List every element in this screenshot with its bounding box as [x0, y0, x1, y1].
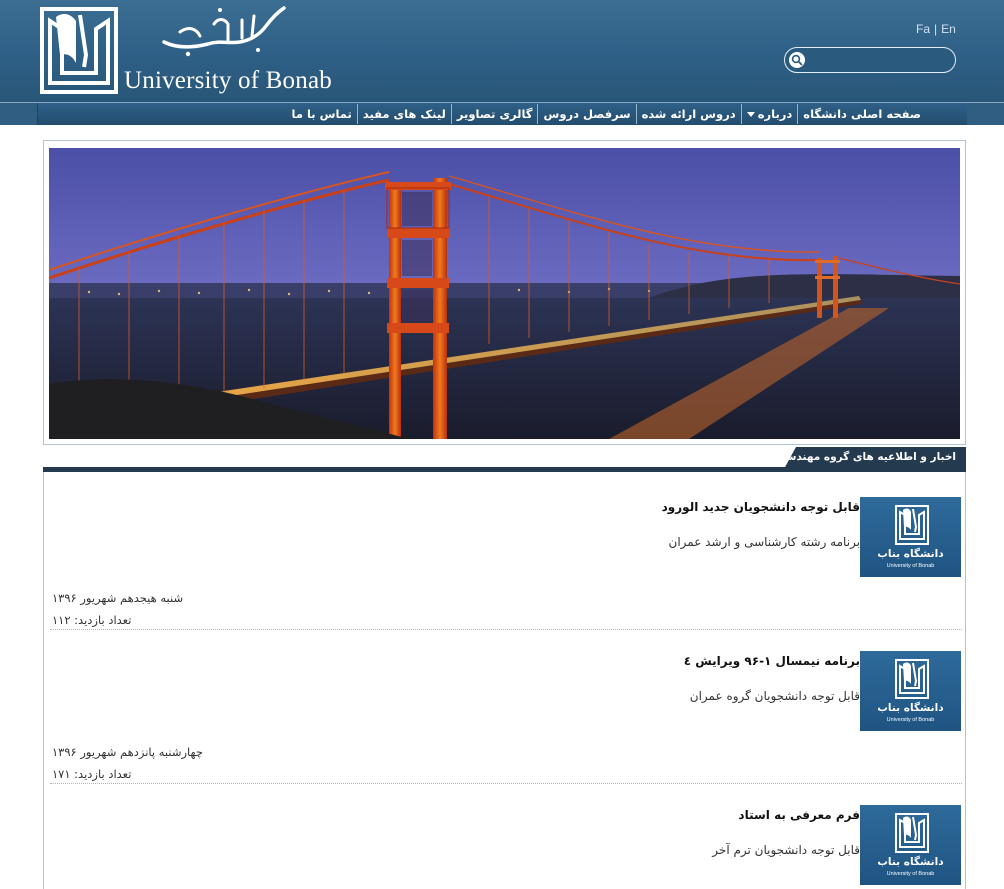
- language-switcher: Fa | En: [916, 22, 956, 36]
- lang-fa-link[interactable]: Fa: [916, 22, 930, 36]
- news-item-views: تعداد بازدید: ۱۱۲: [52, 613, 132, 627]
- news-item[interactable]: دانشگاه بناب University of Bonab قابل تو…: [50, 497, 962, 631]
- news-item-title[interactable]: قابل توجه دانشجویان جدید الورود: [662, 500, 860, 514]
- search-box[interactable]: [784, 47, 956, 73]
- thumbnail-name-en: University of Bonab: [886, 563, 935, 569]
- news-item-description: برنامه رشته کارشناسی و ارشد عمران: [668, 535, 861, 549]
- thumbnail-name-en: University of Bonab: [886, 871, 935, 877]
- nav-item-about-label: درباره: [757, 107, 793, 121]
- nav-item-useful-links[interactable]: لینک های مفید: [358, 103, 451, 125]
- nav-item-home[interactable]: صفحه اصلی دانشگاه: [798, 103, 926, 125]
- university-name-calligraphy: [162, 6, 286, 57]
- nav-item-about[interactable]: درباره: [742, 103, 798, 125]
- news-item-description: قابل توجه دانشجویان ترم آخر: [712, 843, 860, 857]
- news-item-title[interactable]: فرم معرفی به استاد: [738, 808, 860, 822]
- bridge-photo: [49, 148, 960, 439]
- nav-items: صفحه اصلی دانشگاه درباره دروس ارائه شده …: [287, 103, 926, 125]
- thumbnail-name-en: University of Bonab: [886, 717, 935, 723]
- banner-slideshow[interactable]: [49, 148, 960, 439]
- university-logo-icon: [895, 813, 929, 853]
- news-thumbnail[interactable]: دانشگاه بناب University of Bonab: [860, 497, 961, 577]
- news-item[interactable]: دانشگاه بناب University of Bonab برنامه …: [50, 651, 962, 785]
- news-item-date: شنبه هیجدهم شهریور ۱۳۹۶: [52, 591, 184, 605]
- university-logo-icon: [895, 505, 929, 545]
- news-section-title: اخبار و اطلاعیه های گروه مهندسی عمران: [738, 451, 956, 463]
- university-name-en: University of Bonab: [124, 67, 332, 94]
- news-section-tab: اخبار و اطلاعیه های گروه مهندسی عمران: [739, 447, 966, 469]
- search-icon[interactable]: [788, 51, 806, 69]
- news-item-date: چهارشنبه پانزدهم شهریور ۱۳۹۶: [52, 745, 203, 759]
- site-header: University of Bonab Fa | En: [0, 0, 1004, 102]
- nav-item-offered-courses[interactable]: دروس ارائه شده: [637, 103, 741, 125]
- chevron-down-icon: [746, 112, 755, 117]
- news-item-divider: [50, 783, 962, 784]
- main-navbar: صفحه اصلی دانشگاه درباره دروس ارائه شده …: [0, 102, 1004, 125]
- thumbnail-name-fa: دانشگاه بناب: [877, 548, 944, 560]
- thumbnail-name-fa: دانشگاه بناب: [877, 702, 944, 714]
- news-thumbnail[interactable]: دانشگاه بناب University of Bonab: [860, 651, 961, 731]
- university-logo-icon[interactable]: [40, 7, 118, 94]
- lang-en-link[interactable]: En: [941, 22, 956, 36]
- news-item-title[interactable]: برنامه نیمسال ۱-۹۶ ویرایش ٤: [684, 654, 860, 668]
- lang-separator: |: [934, 22, 938, 36]
- news-item[interactable]: دانشگاه بناب University of Bonab فرم معر…: [50, 805, 962, 889]
- nav-item-gallery[interactable]: گالری تصاویر: [452, 103, 538, 125]
- university-logo-icon: [895, 659, 929, 699]
- news-item-views: تعداد بازدید: ۱۷۱: [52, 767, 132, 781]
- news-thumbnail[interactable]: دانشگاه بناب University of Bonab: [860, 805, 961, 885]
- news-item-description: قابل توجه دانشجویان گروه عمران: [689, 689, 860, 703]
- search-input[interactable]: [809, 51, 949, 69]
- navbar-inner: صفحه اصلی دانشگاه درباره دروس ارائه شده …: [37, 103, 967, 125]
- nav-item-syllabus[interactable]: سرفصل دروس: [538, 103, 635, 125]
- news-item-divider: [50, 629, 962, 630]
- thumbnail-name-fa: دانشگاه بناب: [877, 856, 944, 868]
- banner-frame: [43, 140, 966, 445]
- nav-item-contact[interactable]: تماس با ما: [287, 103, 357, 125]
